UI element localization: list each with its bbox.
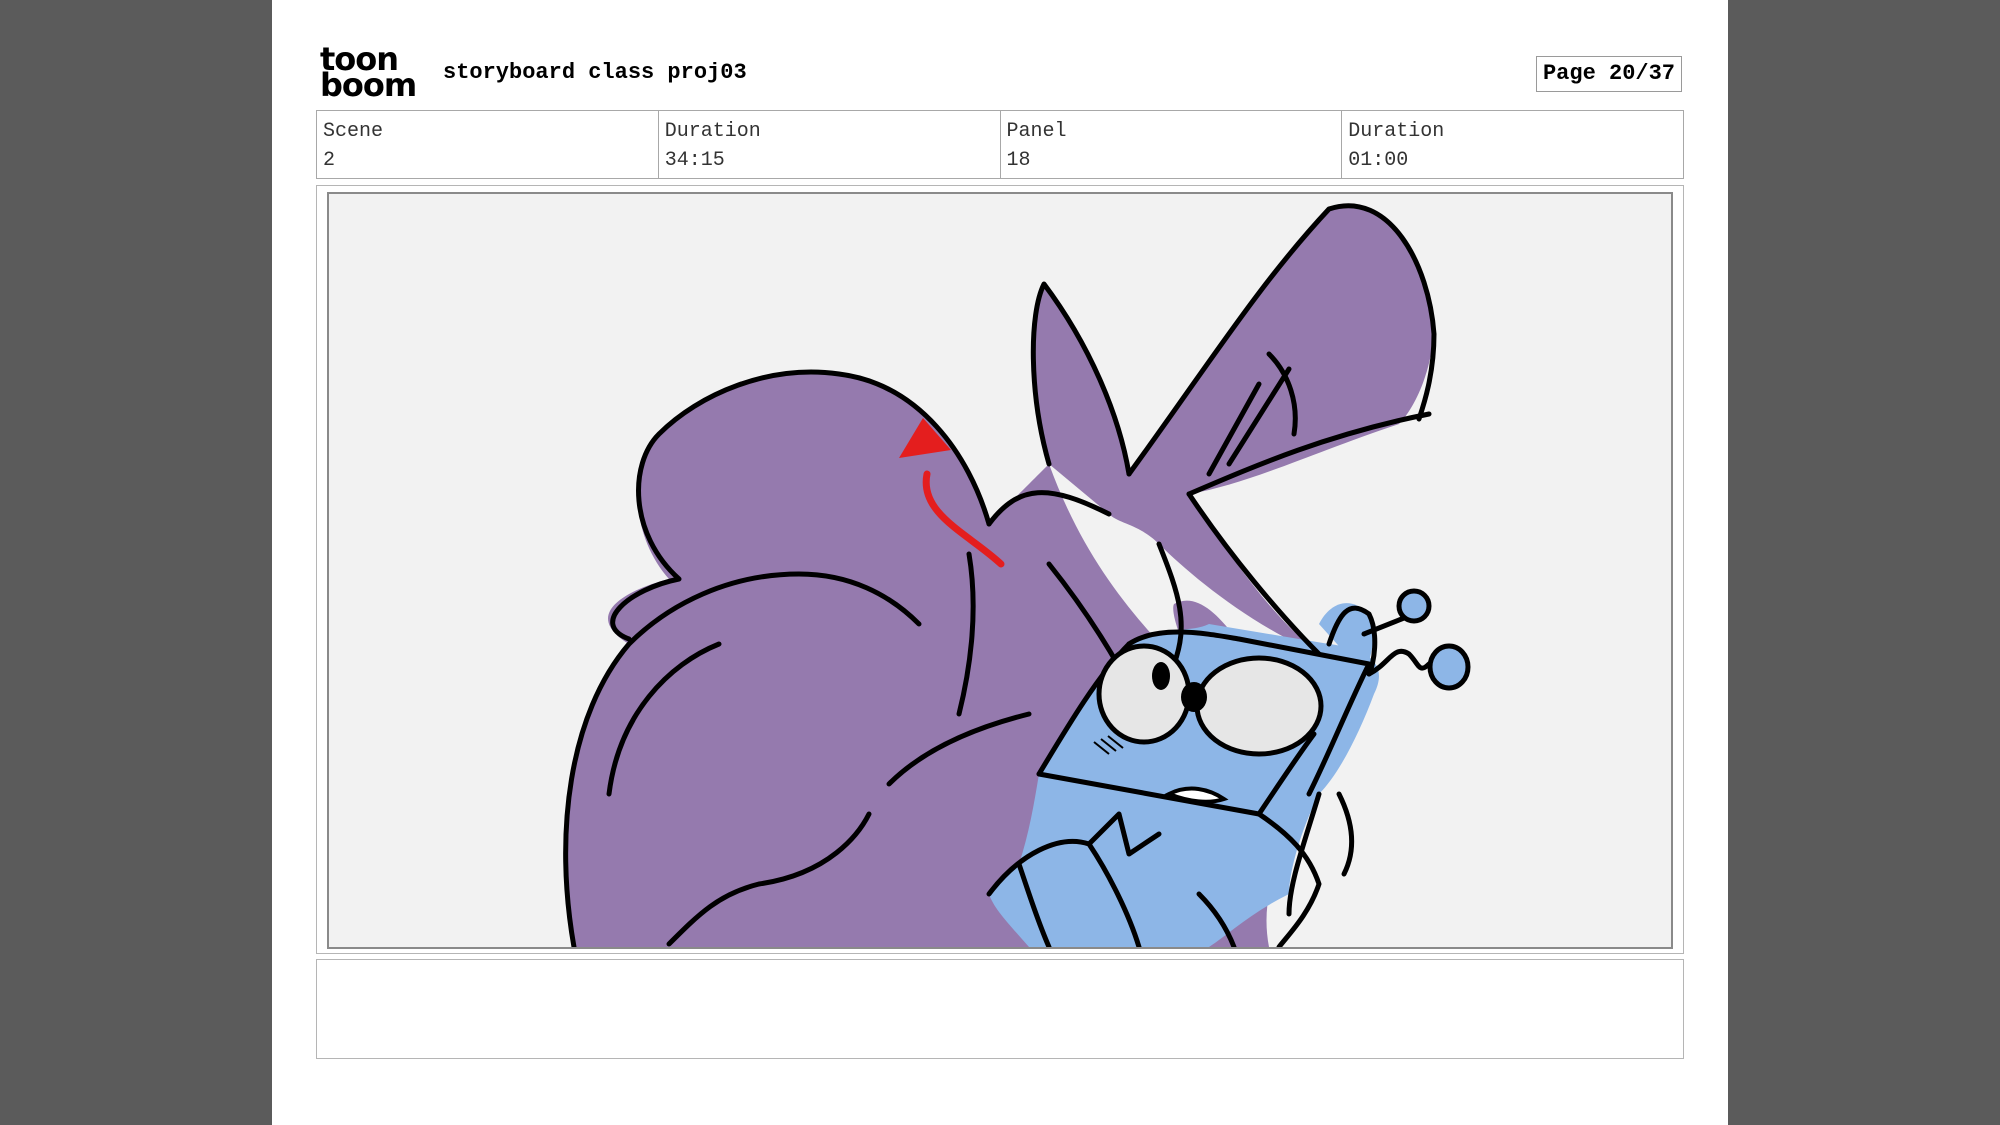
antenna-ball-1	[1396, 588, 1432, 624]
scene-cell: Scene 2	[317, 111, 659, 178]
panel-image	[327, 192, 1673, 949]
panel-value: 18	[1006, 149, 1031, 172]
antenna-ball-2	[1427, 643, 1471, 691]
left-pupil	[1152, 662, 1170, 690]
scene-duration-label: Duration	[664, 120, 761, 143]
storyboard-page: toon boom storyboard class proj03 Page 2…	[272, 0, 1728, 1125]
panel-duration-cell: Duration 01:00	[1342, 111, 1683, 178]
left-eye	[1096, 643, 1192, 745]
scene-duration-value: 34:15	[664, 149, 725, 172]
right-pupil	[1181, 682, 1207, 712]
right-eye	[1194, 655, 1324, 757]
page-number: Page 20/37	[1536, 56, 1682, 92]
panel-drawing	[563, 203, 1471, 947]
logo-line-2: boom	[320, 66, 417, 104]
scene-value: 2	[323, 149, 336, 172]
project-title: storyboard class proj03	[443, 60, 747, 85]
panel-duration-label: Duration	[1348, 120, 1445, 143]
scene-label: Scene	[323, 120, 384, 143]
panel-notes[interactable]	[316, 959, 1684, 1059]
panel-frame	[316, 185, 1684, 954]
scene-duration-cell: Duration 34:15	[659, 111, 1001, 178]
info-row: Scene 2 Duration 34:15 Panel 18 Duration…	[316, 110, 1684, 179]
panel-duration-value: 01:00	[1348, 149, 1409, 172]
panel-cell: Panel 18	[1001, 111, 1343, 178]
panel-label: Panel	[1006, 120, 1067, 143]
toon-boom-logo: toon boom	[320, 43, 426, 104]
